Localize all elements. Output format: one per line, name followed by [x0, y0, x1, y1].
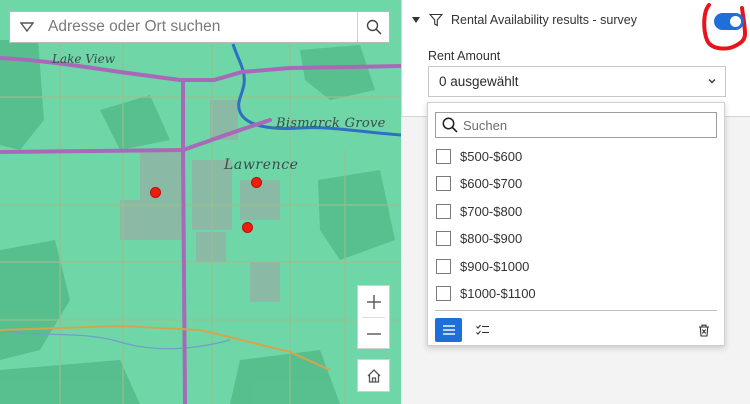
app-window: Lake View Bismarck Grove Lawrence Adress… [0, 0, 750, 404]
rent-amount-select[interactable]: 0 ausgewählt [428, 66, 726, 97]
option-item[interactable]: $600-$700 [436, 173, 522, 193]
checkbox[interactable] [436, 285, 451, 301]
zoom-out-button[interactable] [358, 318, 389, 349]
show-selected-button[interactable] [469, 318, 496, 342]
zoom-control [357, 285, 390, 349]
map-pin[interactable] [251, 177, 262, 188]
option-label: $800-$900 [460, 230, 523, 246]
clear-selection-button[interactable] [692, 318, 716, 342]
address-search [9, 11, 390, 43]
layer-filter-panel: Rental Availability results - survey Ren… [401, 0, 750, 117]
checklist-icon [475, 324, 489, 335]
chevron-down-icon [708, 79, 716, 84]
trash-icon [699, 324, 709, 337]
plus-icon [366, 294, 381, 309]
option-item[interactable]: $800-$900 [436, 228, 522, 248]
map-label-lake-view: Lake View [52, 52, 115, 66]
option-item[interactable]: $900-$1000 [436, 256, 529, 276]
map-label-lawrence: Lawrence [224, 157, 299, 173]
home-icon [367, 368, 380, 383]
map-pin[interactable] [242, 222, 253, 233]
select-value: 0 ausgewählt [439, 74, 519, 89]
dropdown-search [435, 112, 717, 138]
triangle-down-icon [20, 22, 34, 32]
checkbox[interactable] [436, 230, 451, 246]
layer-header[interactable]: Rental Availability results - survey [412, 13, 637, 27]
search-source-dropdown[interactable] [10, 12, 44, 42]
checkbox[interactable] [436, 148, 451, 164]
checkbox[interactable] [436, 175, 451, 191]
map-label-bismarck-grove: Bismarck Grove [276, 116, 386, 131]
filter-icon [429, 13, 443, 27]
rent-amount-dropdown: $500-$600 $600-$700 $700-$800 $800-$900 … [427, 102, 725, 346]
caret-down-icon[interactable] [412, 17, 420, 23]
dropdown-search-input[interactable] [463, 117, 703, 133]
search-button[interactable] [357, 12, 389, 42]
list-icon [442, 325, 455, 335]
map-view[interactable]: Lake View Bismarck Grove Lawrence [0, 0, 401, 404]
zoom-in-button[interactable] [358, 286, 389, 317]
show-all-button[interactable] [435, 318, 462, 342]
toggle-knob [730, 16, 741, 27]
option-label: $600-$700 [460, 175, 523, 191]
option-item[interactable]: $1000-$1100 [436, 283, 536, 303]
option-item[interactable]: $700-$800 [436, 201, 522, 221]
layer-title: Rental Availability results - survey [451, 13, 637, 27]
divider [435, 310, 717, 311]
field-label: Rent Amount [428, 49, 501, 63]
option-label: $900-$1000 [460, 258, 530, 274]
home-button[interactable] [357, 359, 390, 392]
search-icon [442, 117, 458, 133]
search-input[interactable] [44, 12, 357, 42]
option-item[interactable]: $500-$600 [436, 146, 522, 166]
checkbox[interactable] [436, 203, 451, 219]
option-label: $1000-$1100 [460, 285, 536, 301]
layer-visibility-toggle[interactable] [714, 13, 744, 30]
search-icon [366, 19, 382, 35]
checkbox[interactable] [436, 258, 451, 274]
dropdown-footer [428, 310, 724, 346]
minus-icon [366, 332, 381, 335]
option-label: $500-$600 [460, 148, 523, 164]
map-pin[interactable] [150, 187, 161, 198]
option-label: $700-$800 [460, 203, 523, 219]
